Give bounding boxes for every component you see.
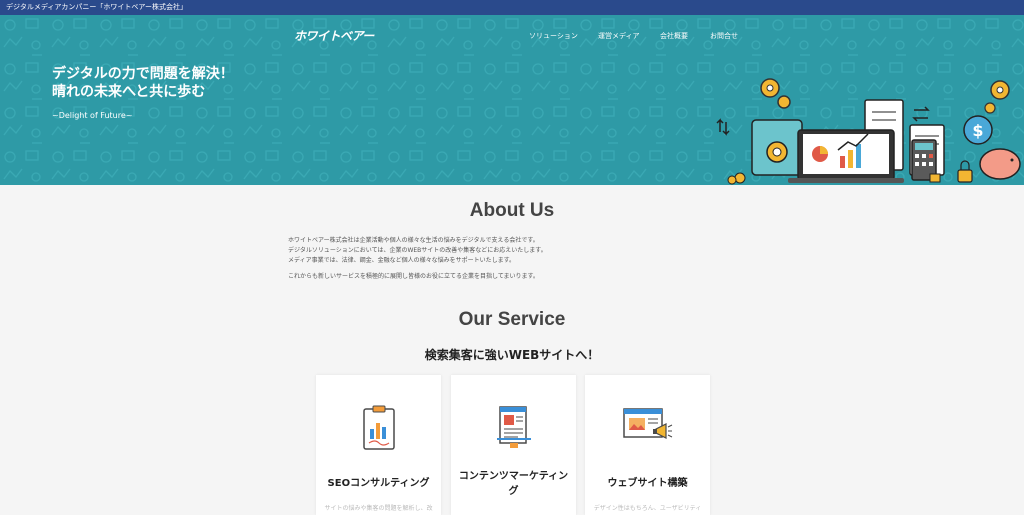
top-announcement-bar: デジタルメディアカンパニー「ホワイトベアー株式会社」 (0, 0, 1024, 15)
nav-media[interactable]: 運営メディア (598, 31, 640, 41)
clipboard-chart-icon (362, 405, 395, 450)
article-document-icon (496, 406, 531, 448)
hero-tagline: ~Delight of Future~ (52, 111, 133, 120)
announcement-text: デジタルメディアカンパニー「ホワイトベアー株式会社」 (6, 3, 187, 11)
about-paragraph-line2: デジタルソリューションにおいては、企業のWEBサイトの改善や集客などにお応えいた… (288, 247, 547, 254)
business-illustration: $ (716, 78, 1021, 185)
hero-heading-line1: デジタルの力で問題を解決！ (52, 66, 234, 82)
nav-company[interactable]: 会社概要 (660, 31, 688, 41)
nav-contact[interactable]: お問合せ (710, 31, 738, 41)
service-subtitle: 検索集客に強いWEBサイトへ！ (424, 348, 600, 362)
service-card-seo[interactable]: SEOコンサルティング サイトの悩みや集客の問題を解析し、改 (316, 375, 441, 515)
service-card-title: SEOコンサルティング (327, 478, 430, 489)
hero-banner: ホワイトベアー ソリューション 運営メディア 会社概要 お問合せ デジタルの力で… (0, 15, 1024, 185)
service-card-title: コンテンツマーケティング (458, 471, 569, 497)
about-section-title: About Us (469, 200, 555, 221)
service-card-title: ウェブサイト構築 (607, 478, 688, 489)
site-logo[interactable]: ホワイトベアー (294, 27, 374, 44)
service-section-title: Our Service (458, 309, 566, 330)
about-paragraph-line1: ホワイトベアー株式会社は企業活動や個人の様々な生活の悩みをデジタルで支える会社で… (288, 237, 539, 244)
hero-heading-line2: 晴れの未来へと共に歩む (52, 84, 206, 100)
nav-solutions[interactable]: ソリューション (529, 31, 578, 41)
website-megaphone-icon (622, 408, 672, 439)
about-paragraph-line4: これからも新しいサービスを積極的に展開し皆様のお役に立てる企業を目指してまいりま… (288, 273, 539, 280)
hero-heading: デジタルの力で問題を解決！ 晴れの未来へと共に歩む (52, 65, 234, 101)
about-paragraph-line3: メディア事業では、法律、鋼金、金融など個人の様々な悩みをサポートいたします。 (288, 257, 515, 264)
service-card-content-marketing[interactable]: コンテンツマーケティング (451, 375, 576, 515)
svg-text:$: $ (972, 121, 983, 140)
service-card-web-building[interactable]: ウェブサイト構築 デザイン性はもちろん、ユーザビリティ (585, 375, 710, 515)
